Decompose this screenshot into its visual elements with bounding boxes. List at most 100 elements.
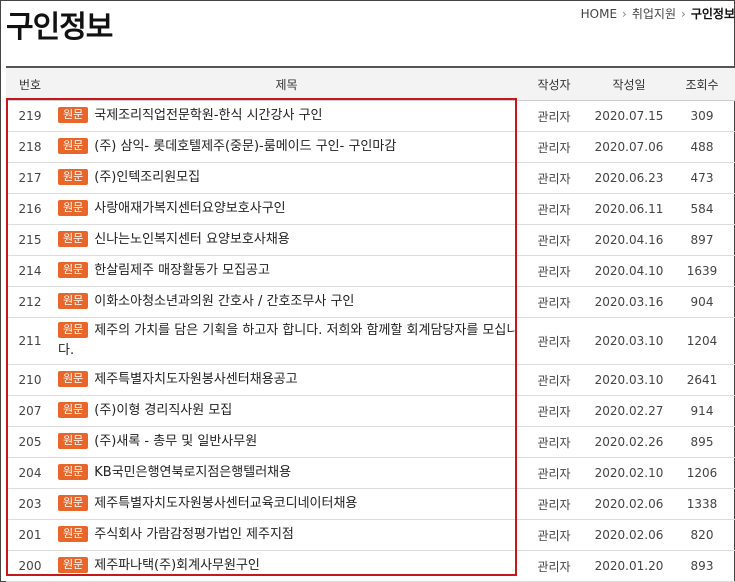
- breadcrumb: HOME › 취업지원 › 구인정보: [581, 5, 735, 22]
- row-date: 2020.02.06: [589, 519, 669, 551]
- row-date: 2020.01.20: [589, 550, 669, 582]
- table-row[interactable]: 207 원문 (주)이형 경리직사원 모집 관리자 2020.02.27 914: [6, 395, 735, 427]
- subject-link[interactable]: 이화소아청소년과의원 간호사 / 간호조무사 구인: [94, 294, 354, 309]
- subject-link[interactable]: 주식회사 가람감정평가법인 제주지점: [94, 527, 294, 542]
- row-number: 217: [6, 162, 54, 194]
- table-row[interactable]: 204 원문 KB국민은행연북로지점은행텔러채용 관리자 2020.02.10 1206: [6, 457, 735, 489]
- row-author: 관리자: [519, 426, 589, 458]
- table-row[interactable]: 211 원문 제주의 가치를 담은 기획을 하고자 합니다. 저희와 함께할 회계담…: [6, 317, 735, 365]
- row-author: 관리자: [519, 519, 589, 551]
- row-subject[interactable]: 원문 제주의 가치를 담은 기획을 하고자 합니다. 저희와 함께할 회계담당자를…: [54, 317, 519, 365]
- subject-link[interactable]: KB국민은행연북로지점은행텔러채용: [94, 465, 291, 480]
- table-row[interactable]: 200 원문 제주파나택(주)회계사무원구인 관리자 2020.01.20 893: [6, 550, 735, 582]
- row-date: 2020.02.27: [589, 395, 669, 427]
- row-number: 201: [6, 519, 54, 551]
- row-subject[interactable]: 원문 국제조리직업전문학원-한식 시간강사 구인: [54, 100, 519, 132]
- row-author: 관리자: [519, 193, 589, 225]
- table-header-row: 번호 제목 작성자 작성일 조회수: [6, 68, 735, 101]
- table-row[interactable]: 203 원문 제주특별자치도자원봉사센터교육코디네이터채용 관리자 2020.02.06…: [6, 488, 735, 520]
- header-author: 작성자: [519, 68, 589, 101]
- subject-link[interactable]: 제주의 가치를 담은 기획을 하고자 합니다. 저희와 함께할 회계담당자를 모…: [58, 323, 518, 358]
- row-date: 2020.02.06: [589, 488, 669, 520]
- subject-link[interactable]: 신나는노인복지센터 요양보호사채용: [94, 232, 290, 247]
- row-subject[interactable]: 원문 제주파나택(주)회계사무원구인: [54, 550, 519, 582]
- original-badge: 원문: [58, 526, 89, 542]
- row-date: 2020.07.06: [589, 131, 669, 163]
- row-date: 2020.02.26: [589, 426, 669, 458]
- subject-link[interactable]: 한살림제주 매장활동가 모집공고: [94, 263, 270, 278]
- row-author: 관리자: [519, 131, 589, 163]
- row-subject[interactable]: 원문 (주) 삼익- 롯데호텔제주(중문)-룸메이드 구인- 구인마감: [54, 131, 519, 163]
- row-subject[interactable]: 원문 제주특별자치도자원봉사센터채용공고: [54, 364, 519, 396]
- original-badge: 원문: [58, 231, 89, 247]
- row-number: 216: [6, 193, 54, 225]
- row-subject[interactable]: 원문 (주)인텍조리원모집: [54, 162, 519, 194]
- breadcrumb-section[interactable]: 취업지원: [632, 7, 676, 21]
- row-number: 204: [6, 457, 54, 489]
- table-row[interactable]: 210 원문 제주특별자치도자원봉사센터채용공고 관리자 2020.03.10 2641: [6, 364, 735, 396]
- row-views: 473: [669, 162, 735, 194]
- row-views: 904: [669, 286, 735, 318]
- row-number: 214: [6, 255, 54, 287]
- row-subject[interactable]: 원문 제주특별자치도자원봉사센터교육코디네이터채용: [54, 488, 519, 520]
- row-subject[interactable]: 원문 (주)이형 경리직사원 모집: [54, 395, 519, 427]
- subject-link[interactable]: 국제조리직업전문학원-한식 시간강사 구인: [94, 108, 322, 123]
- table-row[interactable]: 201 원문 주식회사 가람감정평가법인 제주지점 관리자 2020.02.06 820: [6, 519, 735, 551]
- table-row[interactable]: 218 원문 (주) 삼익- 롯데호텔제주(중문)-룸메이드 구인- 구인마감 관리자…: [6, 131, 735, 163]
- row-author: 관리자: [519, 488, 589, 520]
- row-number: 212: [6, 286, 54, 318]
- breadcrumb-current: 구인정보: [690, 7, 735, 21]
- row-subject[interactable]: 원문 한살림제주 매장활동가 모집공고: [54, 255, 519, 287]
- original-badge: 원문: [58, 402, 89, 418]
- row-subject[interactable]: 원문 이화소아청소년과의원 간호사 / 간호조무사 구인: [54, 286, 519, 318]
- breadcrumb-home[interactable]: HOME: [581, 7, 617, 21]
- original-badge: 원문: [58, 557, 89, 573]
- row-author: 관리자: [519, 457, 589, 489]
- row-date: 2020.03.10: [589, 364, 669, 396]
- row-views: 1204: [669, 317, 735, 365]
- table-row[interactable]: 205 원문 (주)새록 - 총무 및 일반사무원 관리자 2020.02.26 895: [6, 426, 735, 458]
- row-date: 2020.06.23: [589, 162, 669, 194]
- row-subject[interactable]: 원문 KB국민은행연북로지점은행텔러채용: [54, 457, 519, 489]
- subject-link[interactable]: (주)인텍조리원모집: [94, 170, 200, 185]
- row-date: 2020.06.11: [589, 193, 669, 225]
- table-row[interactable]: 219 원문 국제조리직업전문학원-한식 시간강사 구인 관리자 2020.07.15 3…: [6, 100, 735, 132]
- subject-link[interactable]: (주)새록 - 총무 및 일반사무원: [94, 434, 257, 449]
- original-badge: 원문: [58, 371, 89, 387]
- row-date: 2020.04.16: [589, 224, 669, 256]
- table-row[interactable]: 215 원문 신나는노인복지센터 요양보호사채용 관리자 2020.04.16 897: [6, 224, 735, 256]
- row-views: 309: [669, 100, 735, 132]
- row-number: 210: [6, 364, 54, 396]
- subject-link[interactable]: 제주특별자치도자원봉사센터채용공고: [94, 372, 297, 387]
- row-views: 1338: [669, 488, 735, 520]
- row-author: 관리자: [519, 162, 589, 194]
- table-row[interactable]: 217 원문 (주)인텍조리원모집 관리자 2020.06.23 473: [6, 162, 735, 194]
- row-number: 219: [6, 100, 54, 132]
- subject-link[interactable]: 제주파나택(주)회계사무원구인: [94, 558, 260, 573]
- row-subject[interactable]: 원문 사랑애재가복지센터요양보호사구인: [54, 193, 519, 225]
- row-author: 관리자: [519, 224, 589, 256]
- row-views: 1206: [669, 457, 735, 489]
- row-number: 205: [6, 426, 54, 458]
- row-subject[interactable]: 원문 신나는노인복지센터 요양보호사채용: [54, 224, 519, 256]
- row-views: 893: [669, 550, 735, 582]
- row-subject[interactable]: 원문 (주)새록 - 총무 및 일반사무원: [54, 426, 519, 458]
- row-views: 895: [669, 426, 735, 458]
- row-number: 211: [6, 317, 54, 365]
- row-author: 관리자: [519, 395, 589, 427]
- header-subject: 제목: [54, 68, 519, 101]
- subject-link[interactable]: 사랑애재가복지센터요양보호사구인: [94, 201, 285, 216]
- table-row[interactable]: 216 원문 사랑애재가복지센터요양보호사구인 관리자 2020.06.11 584: [6, 193, 735, 225]
- row-views: 897: [669, 224, 735, 256]
- row-views: 914: [669, 395, 735, 427]
- original-badge: 원문: [58, 322, 89, 338]
- chevron-right-icon: ›: [622, 7, 627, 21]
- table-row[interactable]: 212 원문 이화소아청소년과의원 간호사 / 간호조무사 구인 관리자 2020.03…: [6, 286, 735, 318]
- subject-link[interactable]: (주) 삼익- 롯데호텔제주(중문)-룸메이드 구인- 구인마감: [94, 139, 396, 154]
- subject-link[interactable]: 제주특별자치도자원봉사센터교육코디네이터채용: [94, 496, 357, 511]
- row-subject[interactable]: 원문 주식회사 가람감정평가법인 제주지점: [54, 519, 519, 551]
- row-number: 207: [6, 395, 54, 427]
- subject-link[interactable]: (주)이형 경리직사원 모집: [94, 403, 232, 418]
- row-date: 2020.03.10: [589, 317, 669, 365]
- table-row[interactable]: 214 원문 한살림제주 매장활동가 모집공고 관리자 2020.04.10 1639: [6, 255, 735, 287]
